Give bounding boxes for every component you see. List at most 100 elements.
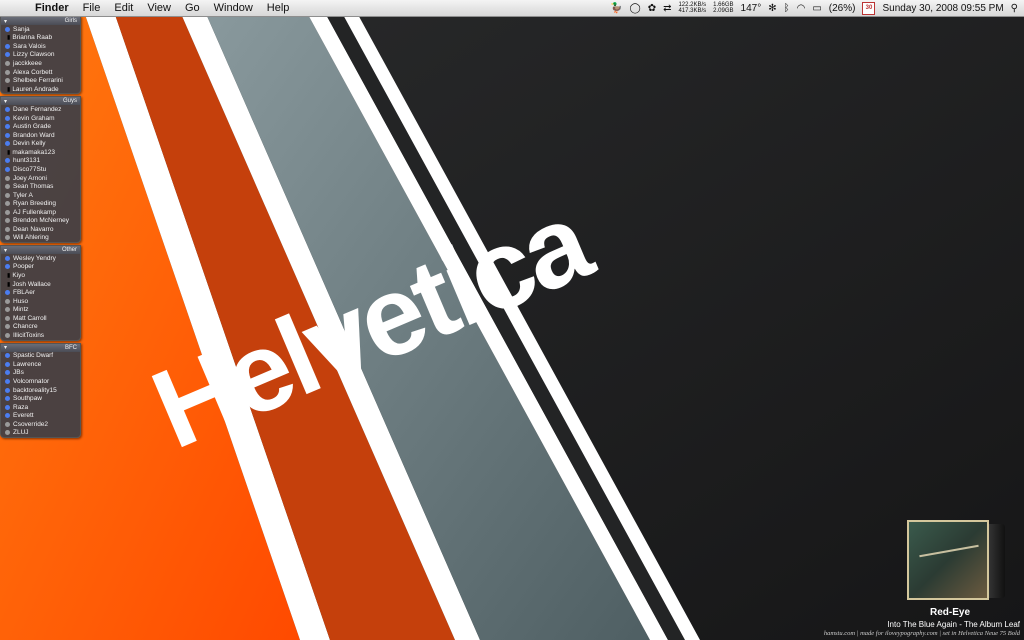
buddy-row[interactable]: JBs <box>1 369 80 378</box>
buddy-group-header[interactable]: ▾ Guys <box>1 97 80 106</box>
memory-monitor[interactable]: 1.66GB 2.09GB <box>713 2 733 14</box>
status-dot-icon <box>5 26 10 32</box>
menu-clock[interactable]: Sunday 30, 2008 09:55 PM <box>882 3 1003 14</box>
buddy-name: Kevin Graham <box>13 114 55 122</box>
menu-edit[interactable]: Edit <box>107 2 140 14</box>
buddy-row[interactable]: Lawrence <box>1 360 80 369</box>
buddy-group-header[interactable]: ▾ Girls <box>1 17 80 25</box>
buddy-name: Tyler A <box>13 191 33 199</box>
battery-percent: (26%) <box>828 2 856 14</box>
status-dot-icon <box>5 361 10 367</box>
buddy-name: Austin Grade <box>13 123 51 131</box>
status-dot-icon <box>5 307 10 313</box>
buddy-row[interactable]: Disco77Stu <box>1 165 80 174</box>
buddy-name: Josh Wallace <box>12 280 51 288</box>
temperature-readout[interactable]: 147° <box>741 3 762 14</box>
growl-icon[interactable]: ✿ <box>648 3 656 14</box>
buddy-row[interactable]: Southpaw <box>1 394 80 403</box>
buddy-row[interactable]: AJ Fullenkamp <box>1 208 80 217</box>
status-dot-icon <box>5 387 10 393</box>
buddy-row[interactable]: Devin Kelly <box>1 140 80 149</box>
buddy-row[interactable]: jacckkeee <box>1 59 80 68</box>
status-dot-icon <box>5 235 10 241</box>
buddy-row[interactable]: Joey Arnoni <box>1 174 80 183</box>
buddy-group: ▾ Girls Sanja ▮ Brianna Raab Sara Valois Lizzy… <box>0 16 81 95</box>
disclosure-triangle-icon[interactable]: ▾ <box>4 18 7 25</box>
buddy-row[interactable]: Sean Thomas <box>1 182 80 191</box>
buddy-row[interactable]: Wesley Yendry <box>1 254 80 263</box>
buddy-row[interactable]: ▮ makamaka123 <box>1 148 80 157</box>
buddy-name: Sanja <box>13 25 30 33</box>
buddy-row[interactable]: FBLAer <box>1 288 80 297</box>
buddy-row[interactable]: Csoverride2 <box>1 420 80 429</box>
disclosure-triangle-icon[interactable]: ▾ <box>4 247 7 254</box>
buddy-row[interactable]: backtoreality15 <box>1 386 80 395</box>
sync-icon[interactable]: ⇄ <box>663 3 671 14</box>
buddy-name: Sara Valois <box>13 42 46 50</box>
menu-go[interactable]: Go <box>178 2 207 14</box>
buddy-row[interactable]: Chancre <box>1 323 80 332</box>
buddy-group-name: Other <box>61 247 77 254</box>
buddy-row[interactable]: Volcomnator <box>1 377 80 386</box>
buddy-row[interactable]: ▮ Kiyo <box>1 271 80 280</box>
buddy-row[interactable]: Alexa Corbett <box>1 68 80 77</box>
buddy-group-header[interactable]: ▾ Other <box>1 246 80 255</box>
buddy-row[interactable]: Huso <box>1 297 80 306</box>
calendar-icon[interactable]: 30 <box>862 1 876 15</box>
buddy-row[interactable]: Pooper <box>1 263 80 272</box>
mobile-status-icon: ▮ <box>7 281 11 288</box>
buddy-row[interactable]: Brandon Ward <box>1 131 80 140</box>
buddy-row[interactable]: Shelbee Ferrarini <box>1 76 80 85</box>
buddy-row[interactable]: Brendon McNerney <box>1 216 80 225</box>
buddy-row[interactable]: ▮ Josh Wallace <box>1 280 80 289</box>
buddy-name: Pooper <box>13 263 34 271</box>
buddy-row[interactable]: ▮ Lauren Andrade <box>1 85 80 94</box>
adium-duck-icon[interactable]: 🦆 <box>610 3 622 14</box>
buddy-row[interactable]: Spastic Dwarf <box>1 352 80 361</box>
buddy-row[interactable]: Everett <box>1 411 80 420</box>
buddy-name: Disco77Stu <box>13 165 47 173</box>
buddy-row[interactable]: Raza <box>1 403 80 412</box>
buddy-row[interactable]: Lizzy Clawson <box>1 51 80 60</box>
menu-app-finder[interactable]: Finder <box>28 2 76 14</box>
wifi-icon[interactable]: ◠ <box>797 3 806 14</box>
bluetooth-icon[interactable]: ᛒ <box>784 3 790 14</box>
menu-window[interactable]: Window <box>207 2 260 14</box>
status-dot-icon <box>5 69 10 75</box>
menu-view[interactable]: View <box>140 2 178 14</box>
buddy-row[interactable]: ZLUJ <box>1 429 80 438</box>
buddy-row[interactable]: Will Ahlering <box>1 234 80 243</box>
buddy-row[interactable]: Austin Grade <box>1 122 80 131</box>
status-dot-icon <box>5 78 10 84</box>
now-playing-album: Into The Blue Again - The Album Leaf <box>887 620 1020 629</box>
mobile-status-icon: ▮ <box>7 35 11 42</box>
wallpaper-credits: hamstu.com | made for iloveypography.com… <box>823 630 1020 637</box>
status-circle-icon[interactable]: ◯ <box>629 3 640 14</box>
status-dot-icon <box>5 209 10 215</box>
buddy-row[interactable]: Matt Carroll <box>1 314 80 323</box>
buddy-row[interactable]: ▮ Brianna Raab <box>1 34 80 43</box>
buddy-row[interactable]: Dean Navarro <box>1 225 80 234</box>
disclosure-triangle-icon[interactable]: ▾ <box>4 98 7 105</box>
spotlight-search-icon[interactable]: ⚲ <box>1011 3 1018 14</box>
mobile-status-icon: ▮ <box>7 149 11 156</box>
battery-icon[interactable]: ▭ <box>812 3 821 14</box>
disclosure-triangle-icon[interactable]: ▾ <box>4 344 7 351</box>
buddy-row[interactable]: Ryan Breeding <box>1 199 80 208</box>
buddy-name: Shelbee Ferrarini <box>13 77 63 85</box>
buddy-row[interactable]: hunt3131 <box>1 157 80 166</box>
buddy-row[interactable]: Sanja <box>1 25 80 34</box>
menu-file[interactable]: File <box>76 2 108 14</box>
buddy-name: Matt Carroll <box>13 314 47 322</box>
network-monitor[interactable]: 122.2KB/s 417.3KB/s <box>678 2 706 14</box>
buddy-row[interactable]: Kevin Graham <box>1 114 80 123</box>
buddy-row[interactable]: Dane Fernandez <box>1 105 80 114</box>
buddy-row[interactable]: Mintz <box>1 305 80 314</box>
desktop-wallpaper: Helvetica <box>0 0 1024 640</box>
buddy-group-header[interactable]: ▾ BFC <box>1 343 80 352</box>
buddy-row[interactable]: IllicitToxins <box>1 331 80 340</box>
buddy-row[interactable]: Sara Valois <box>1 42 80 51</box>
fan-icon[interactable]: ✻ <box>768 3 776 14</box>
buddy-row[interactable]: Tyler A <box>1 191 80 200</box>
menu-help[interactable]: Help <box>260 2 297 14</box>
